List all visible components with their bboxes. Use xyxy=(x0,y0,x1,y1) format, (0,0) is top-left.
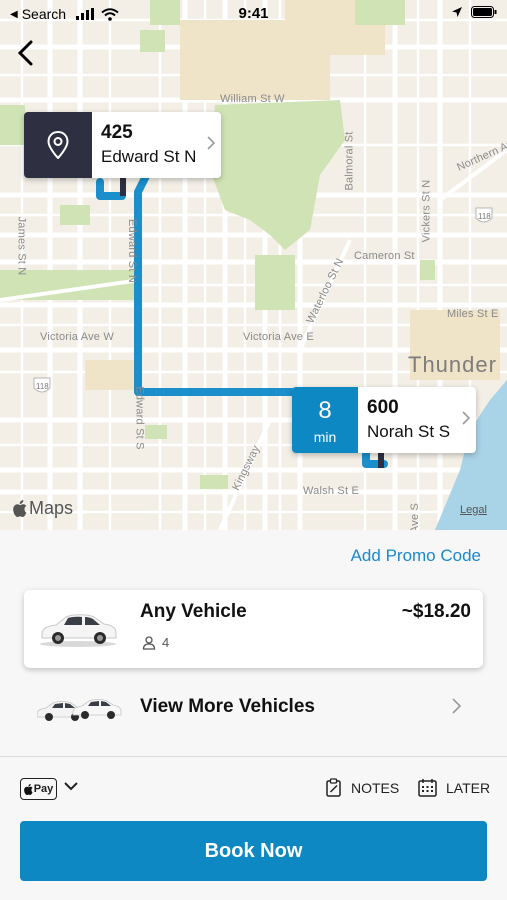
street-label: Victoria Ave E xyxy=(243,331,314,343)
view-more-vehicles-row[interactable]: View More Vehicles xyxy=(0,680,507,736)
car-icon xyxy=(40,614,117,647)
dropoff-number: 600 xyxy=(367,397,399,418)
street-label: Balmoral St xyxy=(343,131,356,191)
apple-logo-icon xyxy=(23,783,33,795)
view-more-vehicles-label: View More Vehicles xyxy=(140,696,315,717)
booking-options-row: Pay NOTES LATER xyxy=(0,776,507,802)
pickup-location-card[interactable]: 425 Edward St N xyxy=(24,112,221,178)
chevron-right-icon xyxy=(462,411,470,425)
dropoff-street: Norah St S xyxy=(367,422,451,441)
notes-label: NOTES xyxy=(351,779,400,796)
location-arrow-icon xyxy=(452,7,462,17)
city-label: Thunder xyxy=(408,352,497,377)
apple-logo-icon xyxy=(13,500,27,517)
shield-118-label: 118 xyxy=(36,382,49,391)
map-view[interactable]: 118 118 William St W Northern Av James S… xyxy=(0,0,507,530)
street-label: James St N xyxy=(15,216,28,276)
payment-method-selector[interactable]: Pay xyxy=(20,778,57,800)
dropoff-location-card[interactable]: 8 min 600 Norah St S xyxy=(292,387,476,453)
street-label: Victoria Ave W xyxy=(40,331,114,343)
vehicle-name: Any Vehicle xyxy=(140,601,247,622)
chevron-right-icon xyxy=(207,136,215,150)
chevron-right-icon xyxy=(452,698,461,714)
notes-button[interactable]: NOTES xyxy=(326,778,399,797)
legal-link[interactable]: Legal xyxy=(460,504,487,516)
seat-count: 4 xyxy=(162,635,170,650)
vehicle-price: ~$18.20 xyxy=(401,601,471,622)
street-label: Vickers St N xyxy=(420,179,433,243)
vehicle-seats: 4 xyxy=(142,635,169,650)
payment-label: Pay xyxy=(33,783,54,795)
chevron-down-icon[interactable] xyxy=(64,782,78,791)
back-button[interactable] xyxy=(10,36,40,70)
pickup-street: Edward St N xyxy=(101,147,197,166)
notes-icon xyxy=(326,778,341,797)
booking-sheet: Add Promo Code Any Vehicle 4 ~$18.20 Vie… xyxy=(0,530,507,900)
eta-box: 8 min xyxy=(292,387,358,453)
street-label: Ave S xyxy=(409,502,422,530)
schedule-later-button[interactable]: LATER xyxy=(418,778,490,797)
status-time: 9:41 xyxy=(238,5,269,22)
chevron-left-icon xyxy=(17,40,33,66)
cars-icon xyxy=(37,699,122,721)
street-label: Cameron St xyxy=(354,250,415,262)
maps-label: Maps xyxy=(29,498,74,518)
street-label: Miles St E xyxy=(447,308,499,320)
pickup-icon-box xyxy=(24,112,92,178)
pickup-number: 425 xyxy=(101,122,133,143)
status-bar: ◀ Search 9:41 xyxy=(0,0,507,28)
later-label: LATER xyxy=(446,779,491,796)
street-label: Walsh St E xyxy=(303,485,359,497)
add-promo-code-link[interactable]: Add Promo Code xyxy=(351,546,481,566)
apple-maps-logo: Maps xyxy=(13,498,73,519)
street-label: Edward St N xyxy=(125,219,138,283)
vehicle-option-any[interactable]: Any Vehicle 4 ~$18.20 xyxy=(24,590,483,668)
location-pin-icon xyxy=(47,131,69,159)
street-label: William St W xyxy=(220,93,285,105)
book-now-button[interactable]: Book Now xyxy=(20,821,487,881)
calendar-icon xyxy=(418,779,437,797)
person-icon xyxy=(142,635,156,650)
divider xyxy=(0,756,507,757)
shield-118-label: 118 xyxy=(478,212,491,221)
street-label: Edward St S xyxy=(133,386,146,450)
battery-icon xyxy=(471,6,497,18)
eta-value: 8 xyxy=(318,397,332,424)
eta-unit: min xyxy=(313,429,337,445)
